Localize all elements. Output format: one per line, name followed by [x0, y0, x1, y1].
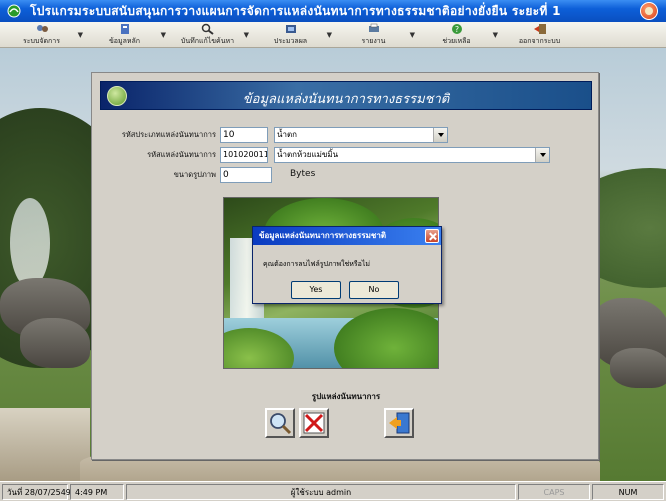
menu-toolbar: ระบบจัดการ ▼ ข้อมูลหลัก ▼ บันทึกแก้ไขค้น… — [0, 22, 666, 48]
picture-caption: รูปแหล่งนันทนาการ — [311, 392, 381, 401]
menu-item-manage[interactable]: ระบบจัดการ ▼ — [0, 22, 83, 48]
magnifier-icon — [270, 413, 292, 435]
edit-search-icon — [201, 23, 214, 35]
type-name-select[interactable]: น้ำตก — [274, 127, 448, 143]
status-time: 4:49 PM — [70, 484, 124, 500]
svg-text:?: ? — [454, 25, 458, 34]
status-user: ผู้ใช้ระบบ admin — [126, 484, 516, 500]
status-caps: CAPS — [518, 484, 590, 500]
manage-icon — [36, 25, 48, 32]
dialog-message: คุณต้องการลบไฟล์รูปภาพใช่หรือไม่ — [263, 260, 371, 268]
delete-x-icon — [303, 412, 325, 434]
process-icon — [285, 25, 296, 33]
menu-item-logout[interactable]: ออกจากระบบ — [498, 22, 581, 48]
site-name-select[interactable]: น้ำตกห้วยแม่ขมิ้น — [274, 147, 550, 163]
menu-item-help[interactable]: ? ช่วยเหลือ ▼ — [415, 22, 498, 48]
site-code-label: รหัสแหล่งนันทนาการ — [147, 150, 216, 159]
type-code-input[interactable]: 10 — [220, 127, 268, 143]
delete-image-button[interactable] — [299, 408, 329, 438]
report-icon — [368, 23, 379, 32]
form-header: ข้อมูลแหล่งนันทนาการทางธรรมชาติ — [100, 81, 592, 110]
chevron-down-icon[interactable] — [535, 148, 549, 162]
image-size-label: ขนาดรูปภาพ — [173, 170, 216, 179]
menu-item-report[interactable]: รายงาน ▼ — [332, 22, 415, 48]
confirm-delete-dialog: ข้อมูลแหล่งนันทนาการทางธรรมชาติ คุณต้องก… — [252, 226, 442, 304]
menu-item-edit-search[interactable]: บันทึกแก้ไขค้นหา ▼ — [166, 22, 249, 48]
title-bar: โปรแกรมระบบสนับสนุนการวางแผนการจัดการแหล… — [0, 0, 666, 22]
chevron-down-icon[interactable] — [433, 128, 447, 142]
yes-button[interactable]: Yes — [291, 281, 341, 299]
close-app-icon[interactable] — [640, 2, 658, 20]
window-title: โปรแกรมระบบสนับสนุนการวางแผนการจัดการแหล… — [30, 3, 561, 18]
no-button[interactable]: No — [349, 281, 399, 299]
close-icon[interactable] — [425, 229, 439, 243]
exit-door-icon — [389, 412, 410, 434]
image-size-input[interactable]: 0 — [220, 167, 272, 183]
logout-icon — [533, 24, 546, 34]
image-size-unit: Bytes — [290, 169, 316, 179]
menu-item-process[interactable]: ประมวลผล ▼ — [249, 22, 332, 48]
exit-form-button[interactable] — [384, 408, 414, 438]
database-icon — [120, 24, 129, 34]
app-icon — [7, 4, 21, 18]
status-date: วันที่ 28/07/2549 — [2, 484, 71, 500]
menu-item-master-data[interactable]: ข้อมูลหลัก ▼ — [83, 22, 166, 48]
type-code-label: รหัสประเภทแหล่งนันทนาการ — [121, 130, 216, 139]
status-bar: วันที่ 28/07/2549 4:49 PM ผู้ใช้ระบบ adm… — [0, 481, 666, 501]
dialog-title-bar: ข้อมูลแหล่งนันทนาการทางธรรมชาติ — [253, 227, 441, 245]
form-title: ข้อมูลแหล่งนันทนาการทางธรรมชาติ — [242, 92, 450, 107]
help-icon: ? — [451, 24, 462, 34]
site-code-input[interactable]: 101020011 — [220, 147, 268, 163]
view-image-button[interactable] — [265, 408, 295, 438]
status-num: NUM — [592, 484, 664, 500]
